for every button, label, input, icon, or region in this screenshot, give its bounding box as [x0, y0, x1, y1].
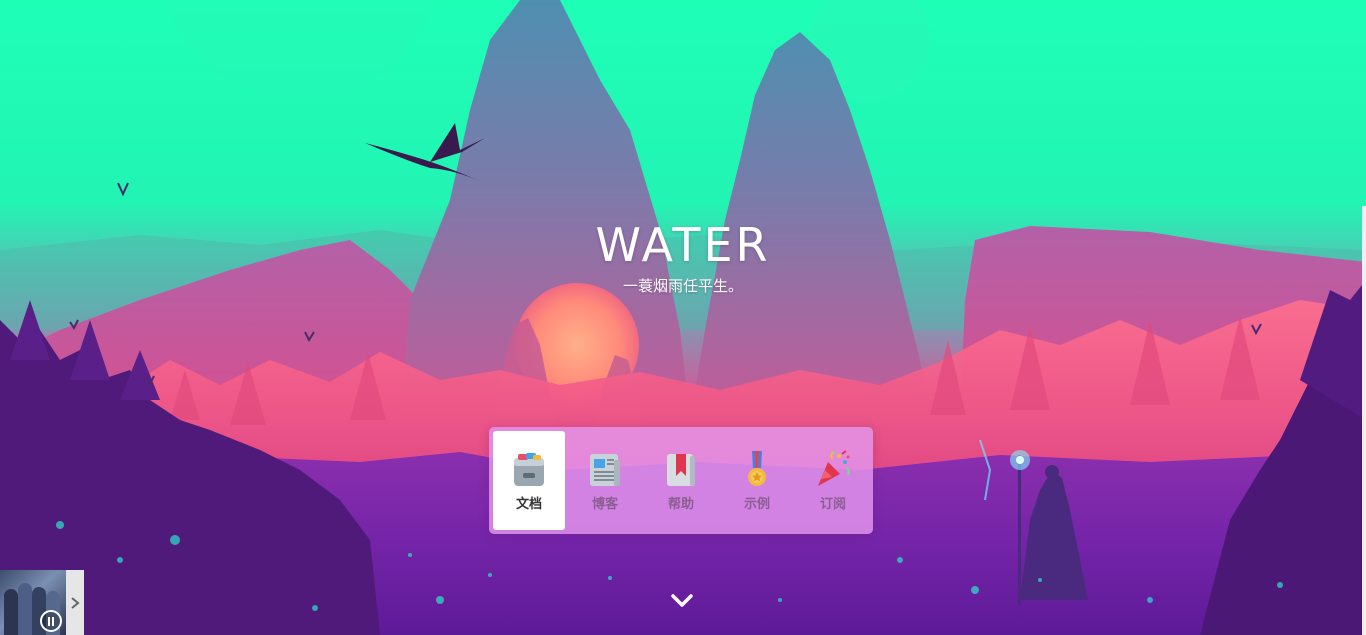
pause-bar — [52, 616, 54, 626]
scroll-down-button[interactable] — [669, 590, 695, 612]
background-landscape — [0, 0, 1366, 635]
nav-item-blog[interactable]: 博客 — [569, 431, 641, 530]
pause-bar — [48, 616, 50, 626]
nav-label: 示例 — [743, 497, 770, 512]
page-scrollbar[interactable] — [1362, 206, 1366, 635]
cover-figure — [4, 589, 18, 635]
album-cover[interactable] — [0, 570, 66, 635]
nav-label: 帮助 — [667, 497, 694, 512]
main-nav-card: 文档 博客 帮助 示例 订阅 — [489, 427, 873, 534]
chevron-right-icon — [71, 596, 80, 609]
player-toggle-button[interactable] — [66, 570, 84, 635]
card-file-box-icon — [514, 453, 544, 486]
bookmark-book-icon — [667, 454, 695, 486]
nav-label: 文档 — [515, 497, 542, 512]
cover-figure — [18, 583, 32, 635]
pause-icon[interactable] — [40, 610, 62, 632]
nav-label: 订阅 — [819, 497, 846, 512]
newspaper-icon — [590, 454, 620, 486]
chevron-down-icon — [671, 594, 693, 607]
medal-icon — [748, 451, 766, 486]
nav-label: 博客 — [591, 497, 618, 512]
nav-item-docs[interactable]: 文档 — [493, 431, 565, 530]
music-player-widget — [0, 570, 84, 635]
nav-item-subscribe[interactable]: 订阅 — [797, 431, 869, 530]
nav-item-help[interactable]: 帮助 — [645, 431, 717, 530]
nav-item-examples[interactable]: 示例 — [721, 431, 793, 530]
party-popper-icon — [818, 450, 850, 486]
